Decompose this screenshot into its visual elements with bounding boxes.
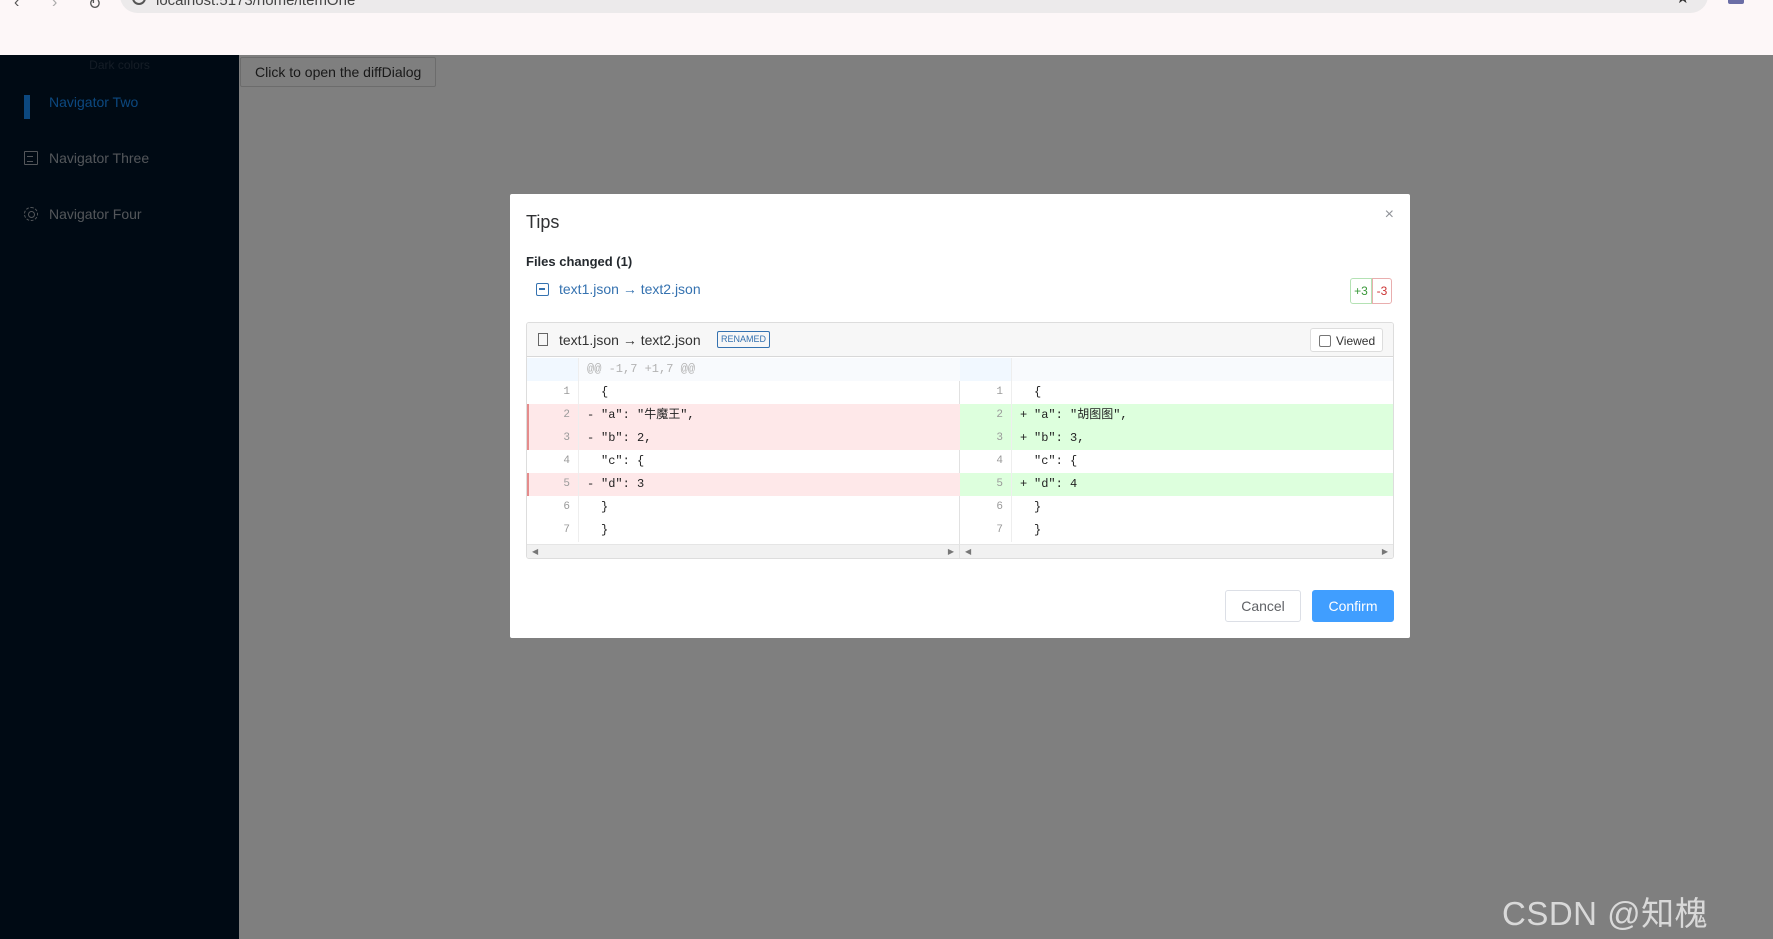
browser-toolbar: ‹ › ↻ localhost:5173/home/itemOne ★ <box>0 0 1773 55</box>
line-code: "c": { <box>1034 454 1078 468</box>
reload-icon[interactable]: ↻ <box>88 0 101 14</box>
line-number: 1 <box>527 381 579 404</box>
line-code: { <box>1034 385 1042 399</box>
line-code: } <box>1034 523 1042 537</box>
line-number: 7 <box>960 519 1012 542</box>
viewed-checkbox[interactable] <box>1319 335 1331 347</box>
line-number: 3 <box>527 427 579 450</box>
watermark: CSDN @知槐Alan <box>1502 895 1709 939</box>
diff-file-name: text1.json → text2.json <box>559 332 701 348</box>
diff-file-header: text1.json → text2.json RENAMED Viewed <box>527 323 1393 357</box>
diff-line: 6 } <box>527 496 960 519</box>
hunk-header-row <box>960 358 1393 381</box>
dialog-title: Tips <box>526 212 560 232</box>
renamed-tag: RENAMED <box>717 331 771 348</box>
line-number: 3 <box>960 427 1012 450</box>
file-link[interactable]: text1.json → text2.json <box>559 281 701 297</box>
diff-line-deleted: 5 - "d": 3 <box>527 473 960 496</box>
diff-dialog: Tips × Files changed (1) text1.json → te… <box>510 194 1410 638</box>
diff-line-deleted: 3 - "b": 2, <box>527 427 960 450</box>
line-code: "a": "牛魔王", <box>601 408 695 422</box>
line-number: 2 <box>960 404 1012 427</box>
back-icon[interactable]: ‹ <box>14 0 19 12</box>
line-code: } <box>601 500 609 514</box>
line-code: "c": { <box>601 454 645 468</box>
file-icon <box>538 333 548 346</box>
forward-icon[interactable]: › <box>52 0 57 12</box>
scroll-right-arrow-icon[interactable]: ▶ <box>1382 545 1388 558</box>
line-code: "b": 2, <box>601 431 652 445</box>
confirm-button[interactable]: Confirm <box>1312 590 1394 622</box>
horizontal-scrollbar-right[interactable]: ◀ ▶ <box>960 544 1393 558</box>
line-number: 5 <box>960 473 1012 496</box>
diff-line-deleted: 2 - "a": "牛魔王", <box>527 404 960 427</box>
line-number: 7 <box>527 519 579 542</box>
scroll-right-arrow-icon[interactable]: ▶ <box>948 545 954 558</box>
diff-line: 7 } <box>527 519 960 542</box>
line-number: 6 <box>527 496 579 519</box>
line-code: "d": 4 <box>1034 477 1078 491</box>
site-info-icon[interactable] <box>132 0 146 5</box>
bookmark-star-icon[interactable]: ★ <box>1676 0 1690 8</box>
diff-line: 1 { <box>527 381 960 404</box>
diff-line: 4 "c": { <box>527 450 960 473</box>
scroll-left-arrow-icon[interactable]: ◀ <box>532 545 538 558</box>
line-number: 5 <box>527 473 579 496</box>
diff-line: 6 } <box>960 496 1393 519</box>
additions-badge: +3 <box>1350 278 1372 304</box>
diff-line-inserted: 2 + "a": "胡图图", <box>960 404 1393 427</box>
deletions-badge: -3 <box>1372 278 1392 304</box>
diff-left-pane: @@ -1,7 +1,7 @@ 1 { 2 - "a": "牛魔王", 3 - "b… <box>527 358 960 544</box>
url-text[interactable]: localhost:5173/home/itemOne <box>156 0 355 9</box>
diff-line: 7 } <box>960 519 1393 542</box>
file-list-item: text1.json → text2.json +3 -3 <box>526 278 1394 304</box>
diff-line: 4 "c": { <box>960 450 1393 473</box>
line-number: 4 <box>960 450 1012 473</box>
file-renamed-icon <box>536 283 549 296</box>
line-number: 6 <box>960 496 1012 519</box>
line-code: { <box>601 385 609 399</box>
diff-file-panel: text1.json → text2.json RENAMED Viewed @… <box>526 322 1394 559</box>
line-code: "d": 3 <box>601 477 645 491</box>
hunk-header: @@ -1,7 +1,7 @@ <box>587 362 696 376</box>
horizontal-scrollbar-left[interactable]: ◀ ▶ <box>527 544 960 558</box>
line-code: } <box>1034 500 1042 514</box>
line-number: 2 <box>527 404 579 427</box>
diff-right-pane: 1 { 2 + "a": "胡图图", 3 + "b": 3, 4 "c": { 5… <box>960 358 1393 544</box>
diff-line-inserted: 5 + "d": 4 <box>960 473 1393 496</box>
line-number: 4 <box>527 450 579 473</box>
line-number: 1 <box>960 381 1012 404</box>
line-code: "b": 3, <box>1034 431 1085 445</box>
diff-line-inserted: 3 + "b": 3, <box>960 427 1393 450</box>
line-code: "a": "胡图图", <box>1034 408 1128 422</box>
scroll-left-arrow-icon[interactable]: ◀ <box>965 545 971 558</box>
hunk-header-row: @@ -1,7 +1,7 @@ <box>527 358 960 381</box>
diff-line: 1 { <box>960 381 1393 404</box>
files-changed-heading: Files changed (1) <box>526 254 633 269</box>
viewed-toggle[interactable]: Viewed <box>1310 328 1383 352</box>
extension-icon[interactable] <box>1728 0 1744 4</box>
close-icon[interactable]: × <box>1385 206 1394 224</box>
line-code: } <box>601 523 609 537</box>
viewed-label: Viewed <box>1336 334 1376 348</box>
address-bar[interactable]: localhost:5173/home/itemOne ★ <box>120 0 1708 13</box>
cancel-button[interactable]: Cancel <box>1225 590 1301 622</box>
